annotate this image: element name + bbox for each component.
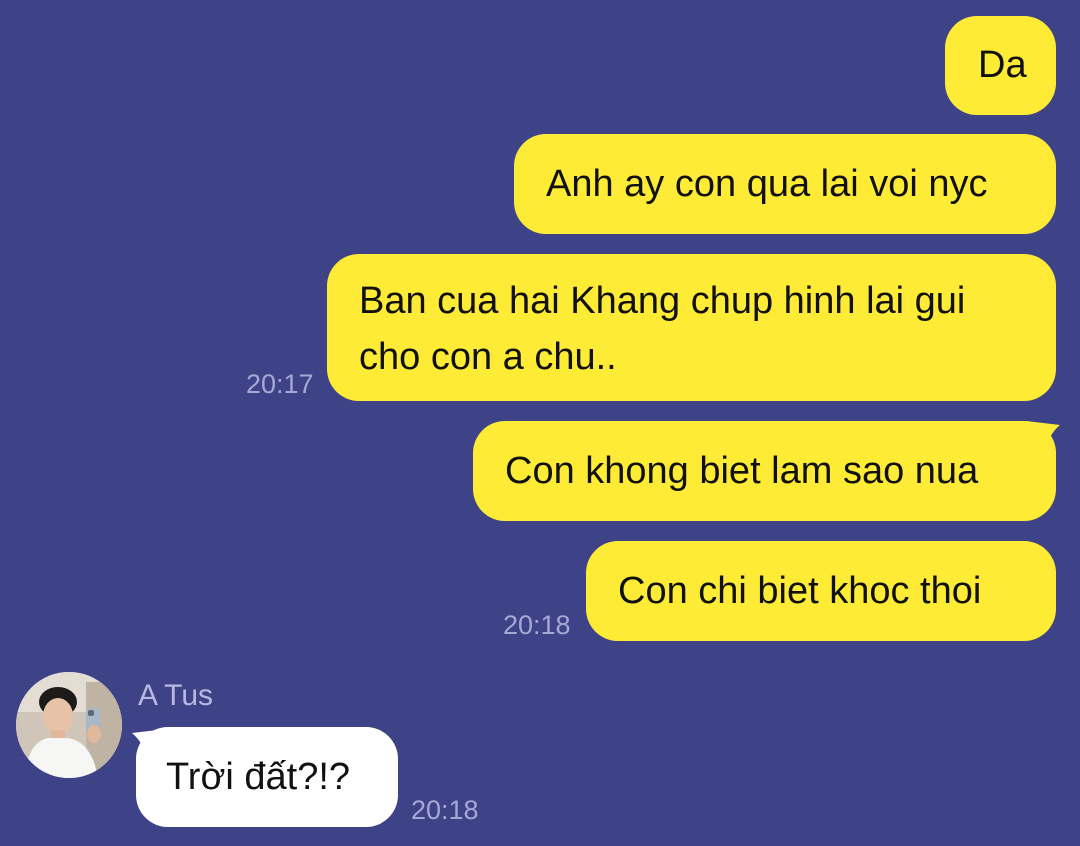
message-text: Con chi biet khoc thoi: [618, 570, 982, 612]
message-timestamp: 20:18: [503, 610, 571, 640]
message-timestamp: 20:17: [246, 369, 314, 399]
message-text: Con khong biet lam sao nua: [505, 450, 979, 492]
message-text: Anh ay con qua lai voi nyc: [546, 163, 988, 205]
message-bubble-outgoing[interactable]: Anh ay con qua lai voi nyc: [514, 134, 1056, 234]
message-bubble-outgoing[interactable]: Ban cua hai Khang chup hinh lai gui cho …: [327, 254, 1056, 401]
message-text: Trời đất?!?: [166, 756, 351, 798]
message-text-line: cho con a chu..: [359, 336, 617, 378]
message-bubble-outgoing[interactable]: Con khong biet lam sao nua: [473, 421, 1056, 521]
message-bubble-outgoing[interactable]: Da: [945, 16, 1056, 115]
message-text-line: Ban cua hai Khang chup hinh lai gui: [359, 280, 966, 322]
message-text: Da: [978, 44, 1027, 86]
bubble-tail-icon: [1026, 421, 1060, 451]
sender-name: A Tus: [138, 679, 214, 712]
message-timestamp: 20:18: [411, 795, 479, 825]
chat-conversation: Da Anh ay con qua lai voi nyc Ban cua ha…: [0, 0, 1080, 846]
user-avatar-photo-icon[interactable]: [16, 672, 122, 778]
message-bubble-outgoing[interactable]: Con chi biet khoc thoi: [586, 541, 1056, 641]
message-bubble-incoming[interactable]: Trời đất?!?: [136, 727, 398, 827]
avatar-image: [16, 672, 122, 778]
